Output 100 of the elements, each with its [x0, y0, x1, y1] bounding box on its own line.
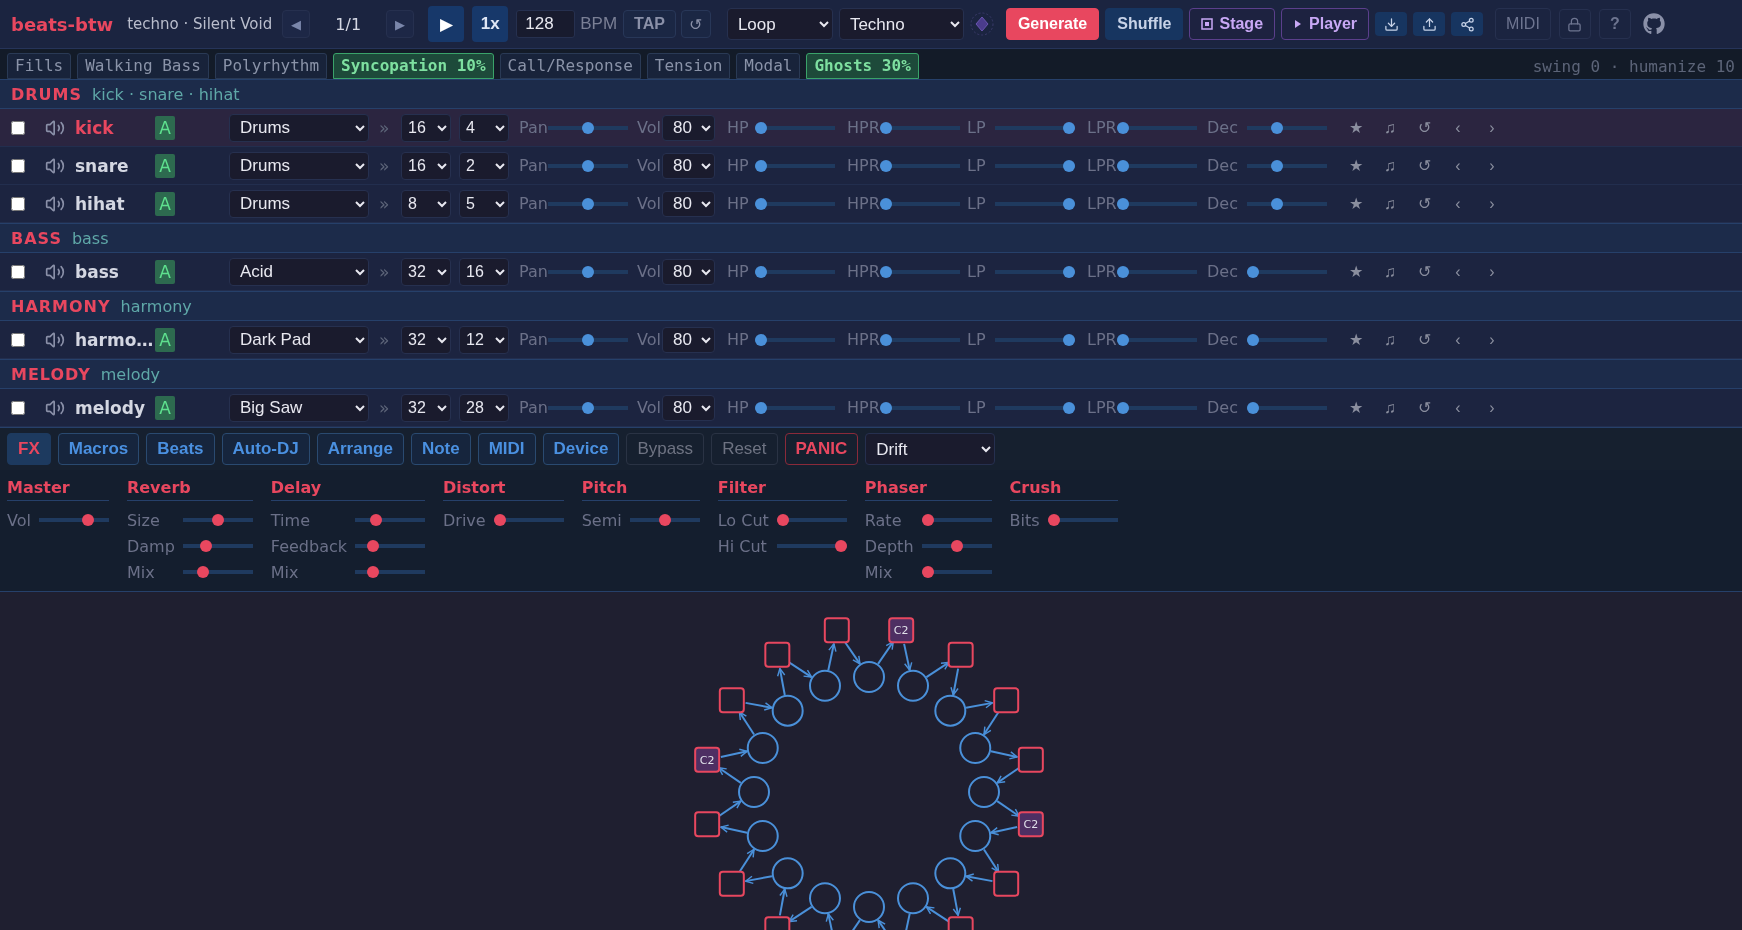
track-action-button[interactable]: ↺	[1407, 151, 1441, 180]
style-tag[interactable]: Walking Bass	[77, 53, 209, 79]
track-action-button[interactable]: ‹	[1441, 151, 1475, 180]
help-button[interactable]: ?	[1598, 9, 1631, 39]
speaker-icon[interactable]	[45, 155, 65, 176]
pulses-select[interactable]: 4	[459, 113, 509, 142]
track-row[interactable]: melody A Big Saw » 32 28 Pan Vol 80 HP HPR LP LPR Dec ★ ♫ ↺ ‹ ›	[0, 389, 1742, 427]
style-tag[interactable]: Tension	[646, 53, 731, 79]
action-button[interactable]: Player	[1281, 8, 1370, 40]
share-button[interactable]	[1451, 12, 1484, 36]
reset-button[interactable]: ↺	[680, 10, 711, 38]
track-action-button[interactable]: ♫	[1373, 257, 1407, 286]
speaker-icon[interactable]	[45, 397, 65, 418]
style-tag[interactable]: Ghosts 30%	[806, 53, 919, 79]
step-node[interactable]	[694, 811, 721, 838]
track-action-button[interactable]: ›	[1475, 257, 1509, 286]
track-action-button[interactable]: ↺	[1407, 189, 1441, 218]
style-tag[interactable]: Modal	[736, 53, 801, 79]
fx-tab[interactable]: Arrange	[316, 433, 404, 465]
download-button[interactable]	[1375, 12, 1408, 36]
action-button[interactable]: Shuffle	[1105, 8, 1184, 40]
step-node[interactable]	[993, 687, 1020, 714]
track-checkbox[interactable]	[11, 158, 25, 173]
step-node[interactable]	[993, 870, 1020, 897]
bpm-field[interactable]: 128	[516, 10, 576, 38]
fx-tab[interactable]: Bypass	[626, 433, 705, 465]
instrument-select[interactable]: Big Saw	[229, 393, 369, 422]
steps-select[interactable]: 16	[401, 151, 451, 180]
fx-tab[interactable]: Macros	[57, 433, 140, 465]
step-node[interactable]	[764, 641, 791, 668]
track-action-button[interactable]: ★	[1339, 325, 1373, 354]
steps-select[interactable]: 8	[401, 189, 451, 218]
track-action-button[interactable]: ★	[1339, 151, 1373, 180]
volume-select[interactable]: 80	[662, 114, 715, 141]
pulses-select[interactable]: 2	[459, 151, 509, 180]
pulses-select[interactable]: 28	[459, 393, 509, 422]
track-action-button[interactable]: ♫	[1373, 189, 1407, 218]
track-action-button[interactable]: ★	[1339, 393, 1373, 422]
track-action-button[interactable]: ‹	[1441, 189, 1475, 218]
fx-tab[interactable]: Reset	[711, 433, 778, 465]
track-row[interactable]: harmo… A Dark Pad » 32 12 Pan Vol 80 HP HPR LP LPR Dec ★ ♫ ↺ ‹ ›	[0, 321, 1742, 359]
volume-select[interactable]: 80	[662, 326, 715, 353]
track-checkbox[interactable]	[11, 196, 25, 211]
instrument-select[interactable]: Acid	[229, 257, 369, 286]
step-node[interactable]	[823, 617, 850, 644]
fx-tab[interactable]: PANIC	[784, 433, 859, 465]
pulses-select[interactable]: 5	[459, 189, 509, 218]
volume-select[interactable]: 80	[662, 152, 715, 179]
style-tag[interactable]: Polyrhythm	[214, 53, 328, 79]
steps-select[interactable]: 16	[401, 113, 451, 142]
track-row[interactable]: bass A Acid » 32 16 Pan Vol 80 HP HPR LP LPR Dec ★ ♫ ↺ ‹ ›	[0, 253, 1742, 291]
speed-button[interactable]: 1x	[472, 6, 509, 42]
step-node[interactable]	[718, 687, 745, 714]
play-button[interactable]: ▶	[428, 6, 465, 42]
speaker-icon[interactable]	[45, 329, 65, 350]
track-action-button[interactable]: ★	[1339, 113, 1373, 142]
track-row[interactable]: snare A Drums » 16 2 Pan Vol 80 HP HPR LP LPR Dec ★ ♫ ↺ ‹ ›	[0, 147, 1742, 185]
track-action-button[interactable]: ↺	[1407, 393, 1441, 422]
step-node[interactable]	[947, 641, 974, 668]
track-action-button[interactable]: ↺	[1407, 257, 1441, 286]
github-icon[interactable]	[1642, 13, 1665, 35]
style-tag[interactable]: Fills	[7, 53, 72, 79]
track-action-button[interactable]: ♫	[1373, 325, 1407, 354]
track-action-button[interactable]: ‹	[1441, 325, 1475, 354]
tap-button[interactable]: TAP	[623, 10, 676, 38]
fx-tab[interactable]: Auto-DJ	[221, 433, 310, 465]
style-tag[interactable]: Call/Response	[499, 53, 641, 79]
action-button[interactable]: Generate	[1005, 8, 1100, 40]
instrument-select[interactable]: Drums	[229, 189, 369, 218]
steps-select[interactable]: 32	[401, 257, 451, 286]
track-action-button[interactable]: ↺	[1407, 113, 1441, 142]
steps-select[interactable]: 32	[401, 325, 451, 354]
step-node[interactable]: C2	[1017, 811, 1044, 838]
step-node[interactable]: C2	[694, 746, 721, 773]
instrument-select[interactable]: Drums	[229, 113, 369, 142]
track-action-button[interactable]: ‹	[1441, 393, 1475, 422]
track-row[interactable]: hihat A Drums » 8 5 Pan Vol 80 HP HPR LP LPR Dec ★ ♫ ↺ ‹ ›	[0, 185, 1742, 223]
pulses-select[interactable]: 12	[459, 325, 509, 354]
track-action-button[interactable]: ›	[1475, 393, 1509, 422]
speaker-icon[interactable]	[45, 261, 65, 282]
step-node[interactable]: C2	[888, 617, 915, 644]
track-action-button[interactable]: ♫	[1373, 393, 1407, 422]
track-checkbox[interactable]	[11, 400, 25, 415]
pulses-select[interactable]: 16	[459, 257, 509, 286]
track-action-button[interactable]: ‹	[1441, 257, 1475, 286]
midi-button[interactable]: MIDI	[1495, 8, 1551, 40]
instrument-select[interactable]: Dark Pad	[229, 325, 369, 354]
style-select[interactable]: Techno	[838, 8, 964, 40]
instrument-select[interactable]: Drums	[229, 151, 369, 180]
volume-select[interactable]: 80	[662, 258, 715, 285]
track-action-button[interactable]: ★	[1339, 189, 1373, 218]
lock-button[interactable]	[1558, 9, 1591, 39]
steps-select[interactable]: 32	[401, 393, 451, 422]
step-node[interactable]	[947, 916, 974, 930]
step-node[interactable]	[764, 916, 791, 930]
volume-select[interactable]: 80	[662, 190, 715, 217]
track-action-button[interactable]: ›	[1475, 189, 1509, 218]
upload-button[interactable]	[1413, 12, 1446, 36]
mode-select[interactable]: Loop	[726, 8, 833, 40]
action-button[interactable]: Stage	[1189, 8, 1276, 40]
